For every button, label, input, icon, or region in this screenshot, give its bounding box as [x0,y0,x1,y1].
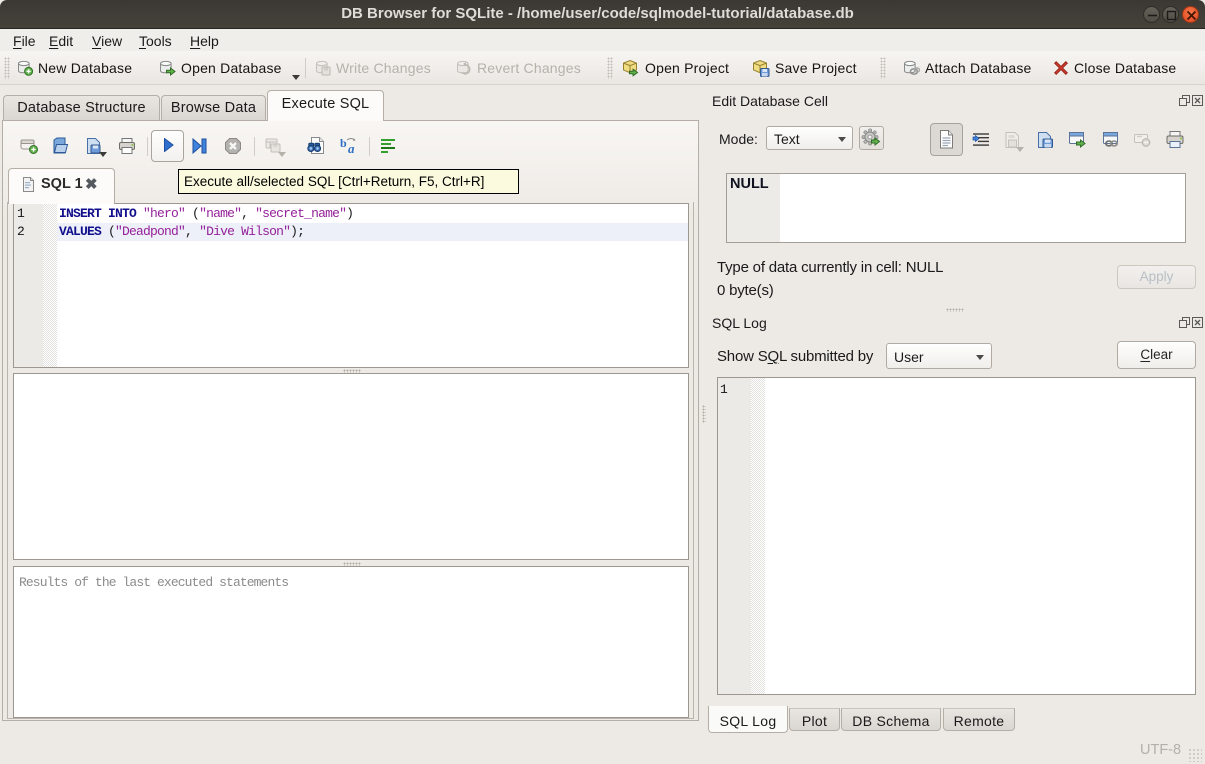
svg-text:b: b [340,136,347,150]
svg-text:a: a [348,141,355,156]
